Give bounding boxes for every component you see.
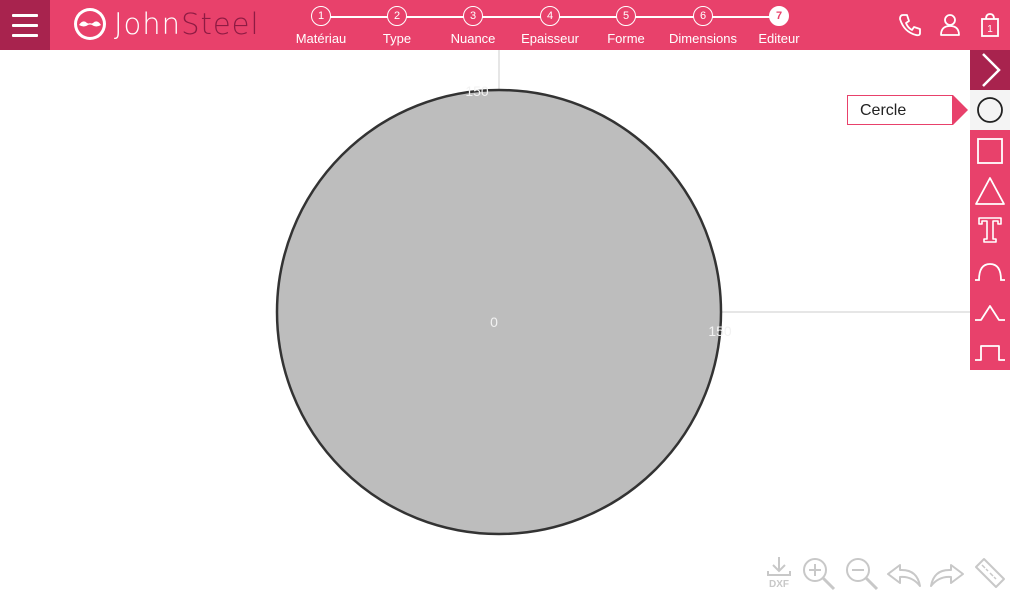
step-editeur[interactable]: 7 Editeur bbox=[739, 6, 819, 46]
phone-icon[interactable] bbox=[896, 11, 924, 39]
step-number: 3 bbox=[463, 6, 483, 26]
text-tool[interactable] bbox=[970, 210, 1010, 250]
user-icon[interactable] bbox=[936, 11, 964, 39]
zoom-out-icon bbox=[846, 558, 879, 591]
logo-word-steel: Steel bbox=[181, 7, 260, 41]
menu-bar bbox=[12, 33, 38, 37]
step-number: 2 bbox=[387, 6, 407, 26]
triangle-icon bbox=[975, 177, 1005, 205]
mustache-logo-icon bbox=[74, 8, 106, 40]
step-number: 5 bbox=[616, 6, 636, 26]
shape-toolbar bbox=[970, 50, 1010, 370]
arc-notch-tool[interactable] bbox=[970, 250, 1010, 290]
square-icon bbox=[977, 138, 1003, 164]
tooltip-arrow bbox=[953, 95, 968, 125]
johnsteel-logo[interactable]: JohnSteel bbox=[74, 6, 260, 42]
step-number: 7 bbox=[769, 6, 789, 26]
ruler-icon bbox=[975, 558, 1005, 588]
ruler-button[interactable] bbox=[972, 555, 1008, 591]
step-dimensions[interactable]: 6 Dimensions bbox=[663, 6, 743, 46]
step-label: Editeur bbox=[758, 31, 800, 46]
square-tool[interactable] bbox=[970, 131, 1010, 171]
progress-steps: 1 Matériau 2 Type 3 Nuance 4 Epaisseur 5… bbox=[293, 0, 813, 50]
v-notch-icon bbox=[975, 305, 1005, 321]
right-dimension-label: 150 bbox=[708, 323, 732, 339]
bottom-toolbar: DXF bbox=[762, 555, 1010, 593]
circle-tool[interactable] bbox=[970, 90, 1010, 130]
redo-button[interactable] bbox=[929, 555, 965, 591]
step-forme[interactable]: 5 Forme bbox=[586, 6, 666, 46]
circle-icon bbox=[977, 97, 1003, 123]
zoom-in-icon bbox=[803, 558, 836, 591]
chevron-right-icon bbox=[982, 53, 1001, 87]
menu-bar bbox=[12, 13, 38, 17]
triangle-tool[interactable] bbox=[970, 171, 1010, 211]
step-label: Dimensions bbox=[669, 31, 737, 46]
step-label: Type bbox=[382, 31, 412, 46]
dxf-download-icon: DXF bbox=[767, 557, 791, 590]
logo-word-john: John bbox=[114, 7, 182, 41]
logo-wordmark: JohnSteel bbox=[114, 7, 260, 41]
tool-tooltip: Cercle bbox=[847, 95, 953, 125]
v-notch-tool[interactable] bbox=[970, 290, 1010, 330]
top-dimension-label: 150 bbox=[465, 83, 489, 99]
collapse-toolbar-button[interactable] bbox=[970, 50, 1010, 90]
step-number: 1 bbox=[311, 6, 331, 26]
step-type[interactable]: 2 Type bbox=[357, 6, 437, 46]
dxf-label: DXF bbox=[769, 579, 789, 590]
step-number: 4 bbox=[540, 6, 560, 26]
menu-bar bbox=[12, 23, 38, 27]
step-label: Forme bbox=[607, 31, 645, 46]
redo-icon bbox=[930, 564, 964, 587]
zoom-out-button[interactable] bbox=[843, 555, 879, 591]
step-label: Epaisseur bbox=[521, 31, 579, 46]
undo-icon bbox=[887, 564, 921, 587]
undo-button[interactable] bbox=[886, 555, 922, 591]
step-label: Matériau bbox=[295, 31, 347, 46]
step-epaisseur[interactable]: 4 Epaisseur bbox=[510, 6, 590, 46]
cart-count: 1 bbox=[987, 24, 993, 35]
hamburger-menu-button[interactable] bbox=[0, 0, 50, 50]
zoom-in-button[interactable] bbox=[800, 555, 836, 591]
top-header: JohnSteel 1 Matériau 2 Type 3 Nuance 4 E… bbox=[0, 0, 1010, 50]
center-label: 0 bbox=[490, 314, 498, 330]
rect-notch-tool[interactable] bbox=[970, 330, 1010, 370]
text-icon bbox=[978, 217, 1002, 243]
circle-shape[interactable] bbox=[275, 88, 723, 536]
editor-canvas[interactable]: 0 150 150 bbox=[0, 50, 970, 596]
cart-icon[interactable]: 1 bbox=[976, 11, 1004, 39]
rect-notch-icon bbox=[975, 345, 1005, 361]
step-label: Nuance bbox=[450, 31, 496, 46]
step-number: 6 bbox=[693, 6, 713, 26]
arc-notch-icon bbox=[975, 263, 1005, 281]
dxf-download-button[interactable]: DXF bbox=[762, 555, 798, 591]
step-materiau[interactable]: 1 Matériau bbox=[281, 6, 361, 46]
step-nuance[interactable]: 3 Nuance bbox=[433, 6, 513, 46]
